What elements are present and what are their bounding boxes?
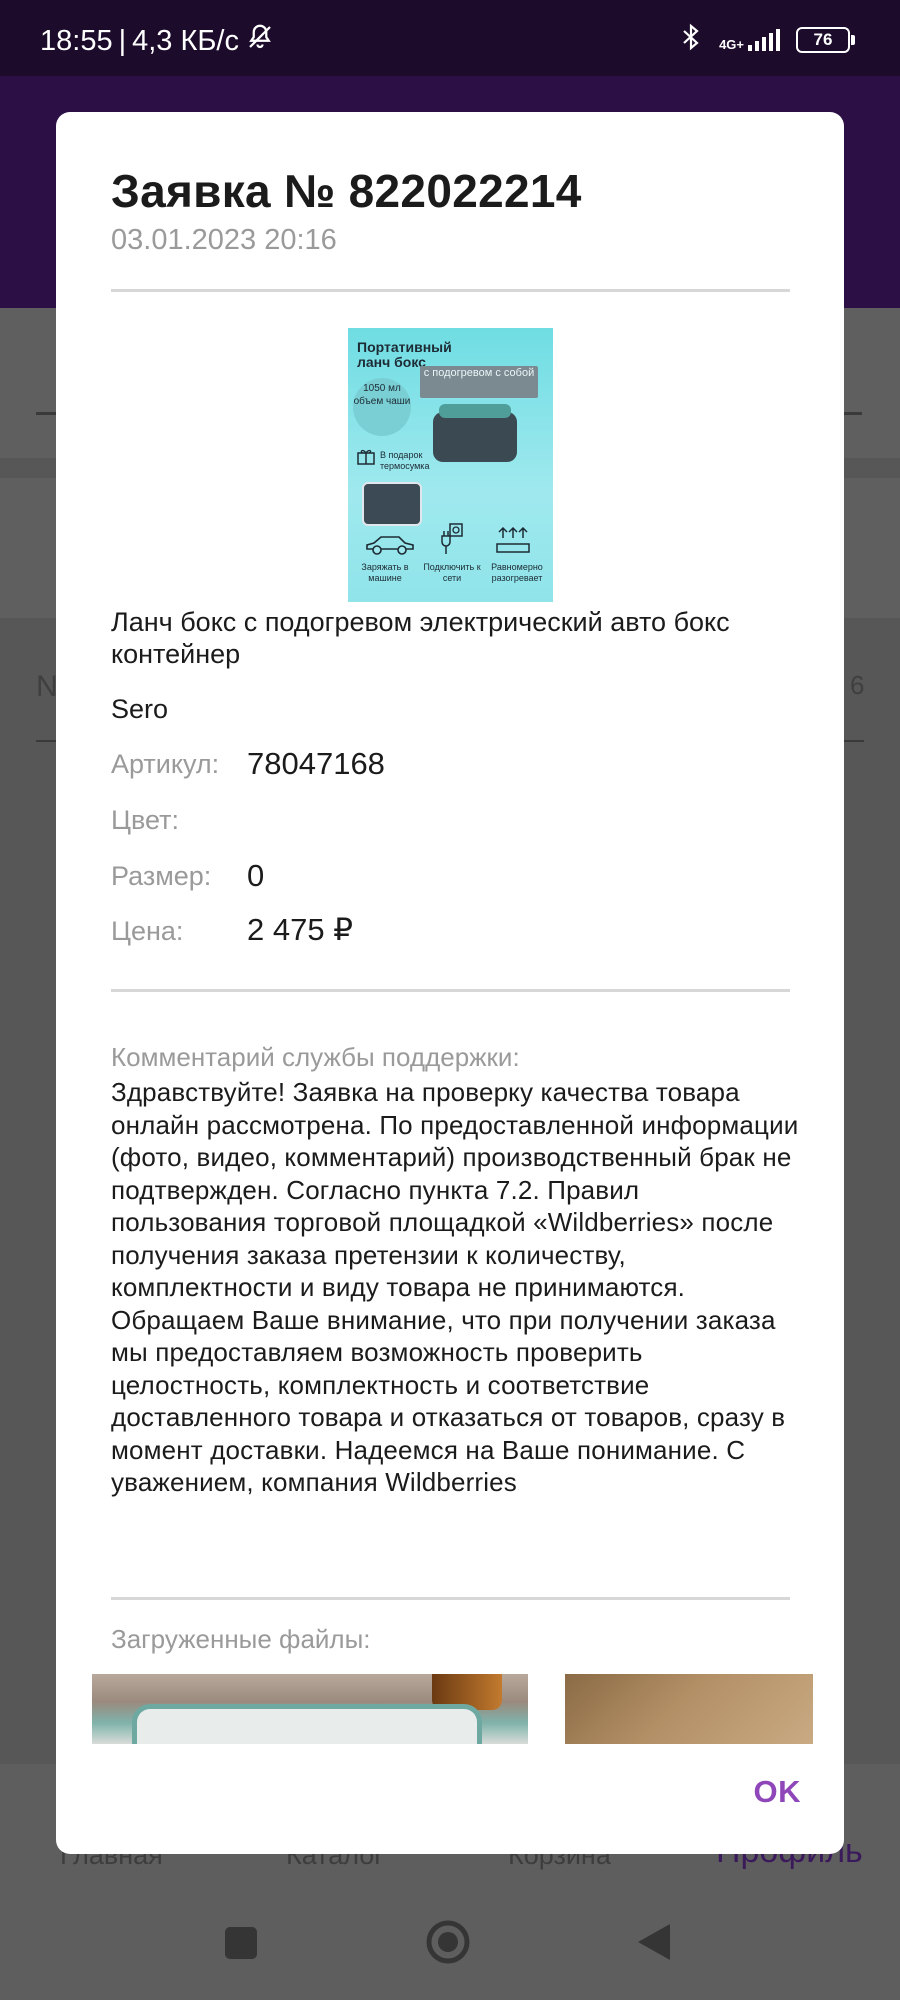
battery-icon: 76 bbox=[796, 26, 855, 53]
background-row-prefix: N bbox=[36, 670, 58, 703]
bluetooth-icon bbox=[679, 22, 703, 57]
dialog-scroll-area[interactable]: Заявка № 822022214 03.01.2023 20:16 Порт… bbox=[56, 112, 844, 1744]
image-feature-2: Подключить к сети bbox=[423, 562, 481, 583]
ok-button[interactable]: OK bbox=[754, 1774, 802, 1810]
image-gift: В подарок термосумка bbox=[380, 450, 430, 471]
image-feature-3: Равномерно разогревает bbox=[491, 562, 543, 583]
dialog-title: Заявка № 822022214 bbox=[111, 165, 582, 217]
system-navigation-bar bbox=[0, 1874, 900, 2000]
support-comment-label: Комментарий службы поддержки: bbox=[111, 1042, 520, 1072]
gift-icon bbox=[356, 446, 376, 471]
back-icon[interactable] bbox=[636, 1922, 672, 1967]
status-time: 18:55 bbox=[40, 24, 113, 57]
product-image[interactable]: Портативный ланч бокс с подогревом с соб… bbox=[348, 328, 553, 602]
color-label: Цвет: bbox=[111, 805, 180, 835]
request-date: 03.01.2023 20:16 bbox=[111, 224, 337, 256]
article-label: Артикул: bbox=[111, 749, 220, 779]
battery-level: 76 bbox=[813, 29, 833, 49]
status-right: 4G+ 76 bbox=[679, 22, 855, 57]
price-value: 2 475 ₽ bbox=[247, 912, 353, 947]
divider bbox=[111, 289, 790, 292]
product-name: Ланч бокс с подогревом электрический авт… bbox=[111, 607, 730, 669]
uploaded-file-thumbnail[interactable] bbox=[565, 1674, 813, 1744]
status-bar: 18:55 | 4,3 КБ/с 4G+ 76 bbox=[0, 0, 900, 76]
divider bbox=[111, 989, 790, 992]
uploaded-file-thumbnail[interactable] bbox=[92, 1674, 528, 1744]
recent-apps-icon[interactable] bbox=[224, 1926, 258, 1965]
divider bbox=[111, 1597, 790, 1600]
size-label: Размер: bbox=[111, 861, 212, 891]
price-label: Цена: bbox=[111, 916, 184, 946]
article-value: 78047168 bbox=[247, 746, 385, 781]
status-left: 18:55 | 4,3 КБ/с bbox=[40, 22, 275, 60]
home-icon[interactable] bbox=[424, 1918, 472, 1971]
status-speed: 4,3 КБ/с bbox=[132, 24, 239, 57]
plug-icon bbox=[436, 522, 464, 561]
background-row-suffix: 6 bbox=[850, 670, 865, 700]
bell-off-icon bbox=[245, 22, 275, 60]
heat-icon bbox=[493, 524, 533, 563]
image-tag: с подогревом с собой bbox=[420, 366, 538, 398]
image-feature-1: Заряжать в машине bbox=[361, 562, 409, 583]
network-type: 4G+ bbox=[719, 36, 744, 52]
signal-icon: 4G+ bbox=[719, 28, 780, 52]
bag-shape bbox=[362, 482, 422, 526]
uploaded-files-label: Загруженные файлы: bbox=[111, 1624, 371, 1654]
product-brand: Sero bbox=[111, 694, 169, 724]
image-volume: 1050 мл объем чаши bbox=[353, 378, 411, 436]
status-separator: | bbox=[118, 24, 127, 57]
support-comment-text: Здравствуйте! Заявка на проверку качеств… bbox=[111, 1077, 799, 1497]
car-icon bbox=[364, 534, 416, 561]
request-dialog: Заявка № 822022214 03.01.2023 20:16 Порт… bbox=[56, 112, 844, 1854]
size-value: 0 bbox=[247, 858, 265, 893]
